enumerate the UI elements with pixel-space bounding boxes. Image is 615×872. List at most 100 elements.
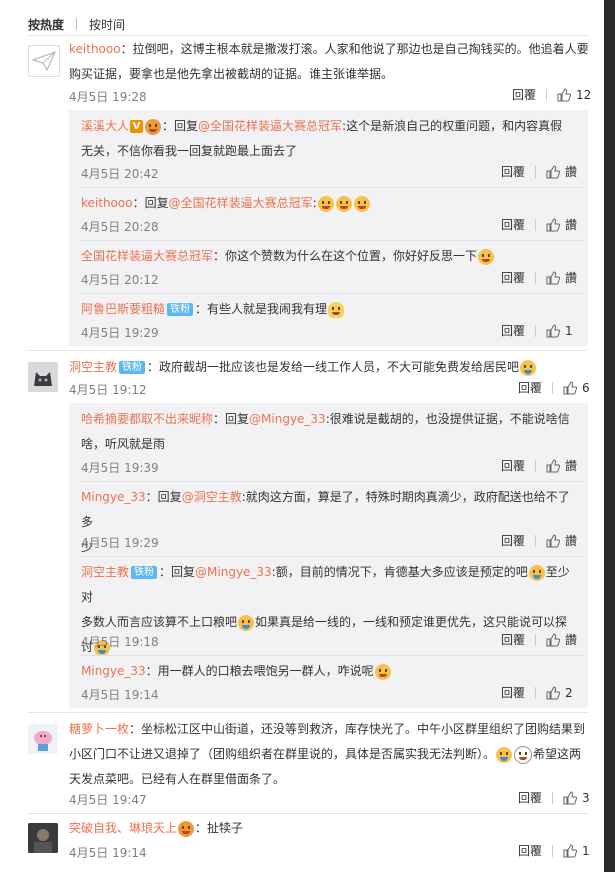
thumbs-up-icon[interactable] xyxy=(546,323,561,338)
comment-text: 洞空主教 铁粉 ：政府截胡一批应该也是发给一线工作人员，不大可能免费发给居民吧 xyxy=(69,355,589,380)
like-count: 3 xyxy=(582,790,590,805)
mention-link[interactable]: @Mingye_33 xyxy=(195,565,272,579)
thumbs-up-icon[interactable] xyxy=(546,685,561,700)
thumbs-up-icon[interactable] xyxy=(563,843,578,858)
mention-link[interactable]: @全国花样装逼大赛总冠军 xyxy=(169,196,313,210)
reply-button[interactable]: 回覆 xyxy=(501,684,525,701)
sort-divider xyxy=(76,18,78,30)
sweat-emoji-icon xyxy=(520,359,537,376)
smirk-emoji-icon xyxy=(374,663,391,680)
reply-username[interactable]: keithooo xyxy=(81,196,133,210)
thumbs-up-icon[interactable] xyxy=(546,533,561,548)
comment-text: 突破自我、琳琅天上 ：扯犊子 xyxy=(69,820,244,837)
comment-timestamp: 4月5日 19:28 xyxy=(69,90,147,104)
verified-badge-icon: V xyxy=(130,120,144,133)
comment-username[interactable]: 洞空主教 xyxy=(69,360,117,374)
like-count: 6 xyxy=(582,380,590,395)
fan-badge: 铁粉 xyxy=(131,566,158,579)
reply-actions: 回覆 2 xyxy=(501,684,573,701)
reply-button[interactable]: 回覆 xyxy=(518,379,542,396)
reply-timestamp: 4月5日 19:18 xyxy=(81,635,159,649)
reply-actions: 回覆 讚 xyxy=(501,457,577,474)
reply-button[interactable]: 回覆 xyxy=(501,532,525,549)
mention-link[interactable]: @Mingye_33 xyxy=(249,412,326,426)
reply-actions: 回覆 讚 xyxy=(501,216,577,233)
sort-by-hot-tab[interactable]: 按热度 xyxy=(28,16,64,33)
like-label: 讚 xyxy=(565,534,578,548)
comment-panel: 按热度 按时间 keithooo：拉倒吧，这博主根本就是撒泼打滚。人家和他说了那… xyxy=(0,0,604,872)
reply-username[interactable]: Mingye_33 xyxy=(81,664,146,678)
thumbs-up-icon[interactable] xyxy=(563,790,578,805)
reply-timestamp: 4月5日 20:12 xyxy=(81,273,159,287)
sweat-emoji-icon xyxy=(238,614,255,631)
fan-badge: 铁粉 xyxy=(119,361,146,374)
thumbs-up-icon[interactable] xyxy=(546,458,561,473)
level-badge-icon xyxy=(178,820,195,837)
like-label: 讚 xyxy=(565,165,578,179)
comment-timestamp: 4月5日 19:14 xyxy=(69,846,147,860)
reply-button[interactable]: 回覆 xyxy=(518,842,542,859)
like-label: 讚 xyxy=(565,459,578,473)
grin-emoji-icon xyxy=(335,195,352,212)
reply-text: 阿鲁巴斯要粗糙 铁粉 ：有些人就是我闹我有理 xyxy=(81,297,581,322)
reply-button[interactable]: 回覆 xyxy=(512,86,536,103)
reply-button[interactable]: 回覆 xyxy=(501,322,525,339)
sweat-emoji-icon xyxy=(528,564,545,581)
thumbs-up-icon[interactable] xyxy=(546,270,561,285)
sort-bar: 按热度 按时间 xyxy=(28,14,125,34)
reply-button[interactable]: 回覆 xyxy=(501,457,525,474)
reply-thread: 哈希摘要都取不出来昵称：回复@Mingye_33:很难说是截胡的，也没提供证据，… xyxy=(69,403,588,708)
comment-username[interactable]: keithooo xyxy=(69,42,121,56)
grin-emoji-icon xyxy=(317,195,334,212)
comment-text: keithooo：拉倒吧，这博主根本就是撒泼打滚。人家和他说了那边也是自己掏钱买… xyxy=(69,42,589,81)
like-count: 2 xyxy=(565,685,573,700)
reply-actions: 回覆 1 xyxy=(501,322,573,339)
reply-username[interactable]: 洞空主教 xyxy=(81,565,129,579)
avatar[interactable] xyxy=(28,362,58,392)
reply-actions: 回覆 讚 xyxy=(501,532,577,549)
comment-actions: 回覆 1 xyxy=(518,842,590,859)
like-label: 讚 xyxy=(565,271,578,285)
reply-username[interactable]: 溪溪大人 xyxy=(81,119,129,133)
avatar[interactable] xyxy=(28,823,58,853)
avatar[interactable] xyxy=(28,45,60,77)
sweat-emoji-icon xyxy=(496,746,513,763)
comment-timestamp: 4月5日 19:12 xyxy=(69,383,147,397)
like-label: 讚 xyxy=(565,633,578,647)
reply-timestamp: 4月5日 19:29 xyxy=(81,536,159,550)
comment-username[interactable]: 突破自我、琳琅天上 xyxy=(69,821,177,835)
reply-actions: 回覆 讚 xyxy=(501,163,577,180)
comment-actions: 回覆 6 xyxy=(518,379,590,396)
reply-timestamp: 4月5日 19:14 xyxy=(81,688,159,702)
reply-username[interactable]: 阿鲁巴斯要粗糙 xyxy=(81,302,165,316)
thumbs-up-icon[interactable] xyxy=(546,217,561,232)
reply-timestamp: 4月5日 19:29 xyxy=(81,326,159,340)
reply-username[interactable]: 全国花样装逼大赛总冠军 xyxy=(81,249,213,263)
cat-avatar-icon xyxy=(28,362,58,392)
thumbs-up-icon[interactable] xyxy=(563,380,578,395)
reply-username[interactable]: Mingye_33 xyxy=(81,490,146,504)
comment-username[interactable]: 糖萝卜一枚 xyxy=(69,722,129,736)
like-count: 1 xyxy=(582,843,590,858)
divider xyxy=(28,35,588,36)
avatar[interactable] xyxy=(28,724,58,754)
scared-emoji-icon xyxy=(514,745,533,764)
mention-link[interactable]: @洞空主教 xyxy=(182,490,242,504)
mention-link[interactable]: @全国花样装逼大赛总冠军 xyxy=(198,119,342,133)
sort-by-time-tab[interactable]: 按时间 xyxy=(89,16,125,33)
comment-actions: 回覆 12 xyxy=(512,86,591,103)
reply-button[interactable]: 回覆 xyxy=(501,631,525,648)
comment-actions: 回覆 3 xyxy=(518,789,590,806)
reply-timestamp: 4月5日 20:28 xyxy=(81,220,159,234)
window-edge xyxy=(604,0,615,872)
reply-username[interactable]: 哈希摘要都取不出来昵称 xyxy=(81,412,213,426)
reply-button[interactable]: 回覆 xyxy=(501,216,525,233)
thumbs-up-icon[interactable] xyxy=(546,164,561,179)
reply-button[interactable]: 回覆 xyxy=(501,163,525,180)
reply-button[interactable]: 回覆 xyxy=(501,269,525,286)
wink-emoji-icon xyxy=(478,248,495,265)
thumbs-up-icon[interactable] xyxy=(557,87,572,102)
reply-button[interactable]: 回覆 xyxy=(518,789,542,806)
thumbs-up-icon[interactable] xyxy=(546,632,561,647)
like-count: 12 xyxy=(576,87,592,102)
